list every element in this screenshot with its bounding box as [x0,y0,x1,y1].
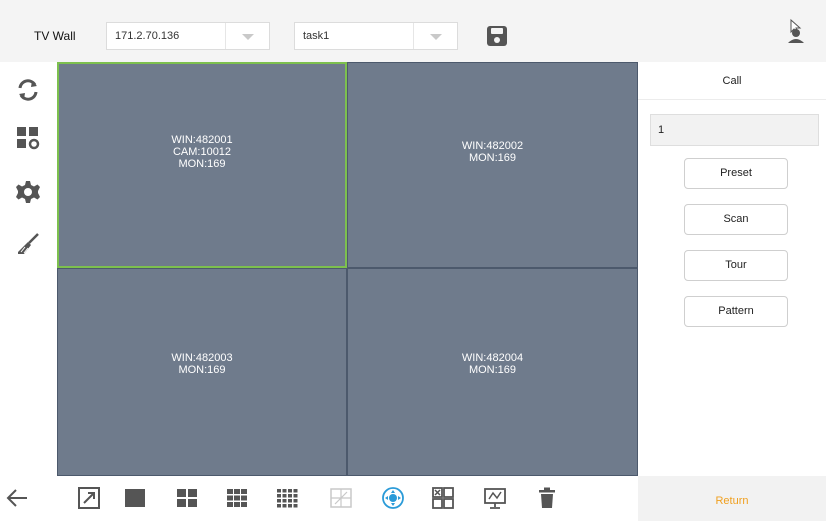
video-wall-grid: WIN:482001 CAM:10012 MON:169 WIN:482002 … [57,62,638,476]
return-button[interactable]: Return [638,476,826,521]
video-pane-1[interactable]: WIN:482001 CAM:10012 MON:169 [57,62,347,268]
device-select-value: 171.2.70.136 [115,30,180,42]
chevron-down-icon[interactable] [225,23,269,49]
pane-window-id: WIN:482001 [171,134,233,146]
user-icon[interactable] [785,18,807,44]
ptz-call-panel: Call 1 Preset Scan Tour Pattern [638,62,826,476]
custom-split-icon[interactable] [330,487,352,509]
pane-info: WIN:482002 MON:169 [462,140,523,164]
split-16-icon[interactable] [276,487,298,509]
back-arrow-icon[interactable] [6,487,28,509]
layout-settings-icon[interactable] [16,126,40,150]
split-4-icon[interactable] [176,487,198,509]
left-toolbar [0,62,57,476]
task-select[interactable]: task1 [294,22,458,50]
split-9-icon[interactable] [226,487,248,509]
clear-brush-icon[interactable] [16,232,40,256]
call-number-input[interactable]: 1 [650,114,819,146]
header-bar: TV Wall 171.2.70.136 task1 [0,0,826,62]
split-1-icon[interactable] [124,487,146,509]
scan-button[interactable]: Scan [684,204,788,235]
pane-monitor-id: MON:169 [178,158,226,170]
pane-monitor-id: MON:169 [178,364,226,376]
pane-info: WIN:482004 MON:169 [462,352,523,376]
bottom-toolbar [0,476,638,521]
ptz-control-icon[interactable] [382,487,404,509]
task-select-value: task1 [303,30,330,42]
page-title: TV Wall [34,29,76,43]
device-select[interactable]: 171.2.70.136 [106,22,270,50]
tour-button[interactable]: Tour [684,250,788,281]
pane-monitor-id: MON:169 [468,364,517,376]
refresh-icon[interactable] [16,78,40,102]
video-pane-2[interactable]: WIN:482002 MON:169 [347,62,638,268]
pane-window-id: WIN:482004 [461,352,524,364]
call-title: Call [638,62,826,100]
pane-camera-id: CAM:10012 [172,146,232,158]
delete-icon[interactable] [536,487,558,509]
pane-window-id: WIN:482003 [171,352,233,364]
preset-button[interactable]: Preset [684,158,788,189]
pane-window-id: WIN:482002 [461,140,524,152]
monitor-icon[interactable] [484,487,506,509]
pattern-button[interactable]: Pattern [684,296,788,327]
video-pane-3[interactable]: WIN:482003 MON:169 [57,268,347,476]
gear-icon[interactable] [16,180,40,204]
pane-info: WIN:482001 CAM:10012 MON:169 [171,134,232,170]
fullscreen-icon[interactable] [78,487,100,509]
save-icon[interactable] [486,25,508,47]
pane-info: WIN:482003 MON:169 [171,352,232,376]
chevron-down-icon[interactable] [413,23,457,49]
video-pane-4[interactable]: WIN:482004 MON:169 [347,268,638,476]
pane-monitor-id: MON:169 [468,152,517,164]
window-layout-icon[interactable] [432,487,454,509]
